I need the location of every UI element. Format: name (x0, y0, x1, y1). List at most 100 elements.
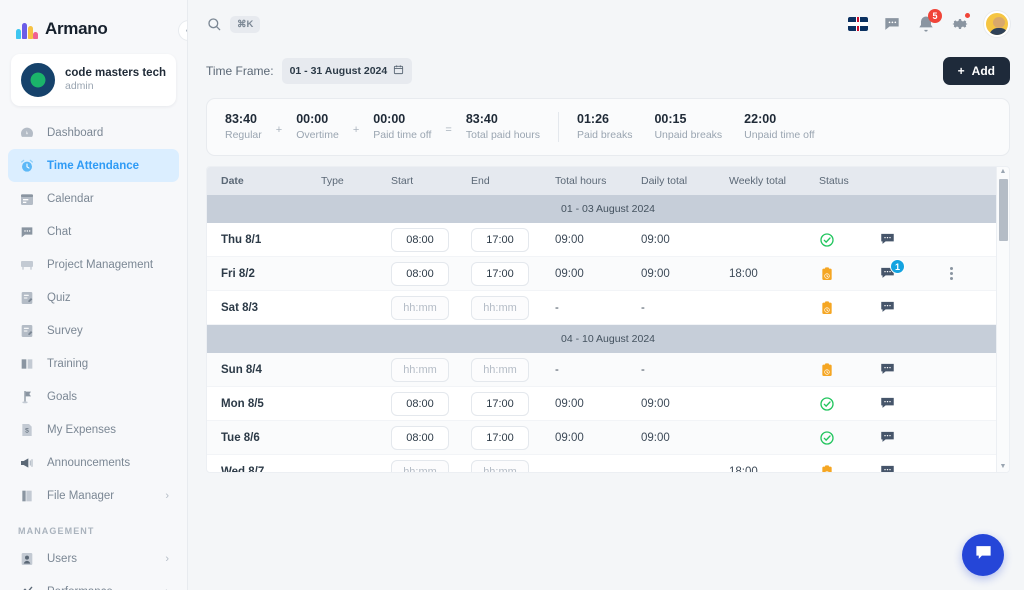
table-row[interactable]: Wed 8/7 18:00 (207, 455, 1009, 472)
table-scrollbar[interactable]: ▲ ▼ (996, 167, 1009, 472)
sidebar-item-users[interactable]: Users › (8, 542, 179, 575)
time-input[interactable] (391, 459, 449, 472)
status-badge[interactable] (819, 266, 879, 282)
sidebar-item-label: Chat (47, 225, 72, 238)
svg-text:$: $ (25, 427, 29, 434)
chat-bubble-icon (974, 543, 993, 567)
status-badge[interactable] (819, 362, 879, 378)
chat-bubble-icon[interactable] (882, 14, 902, 34)
scroll-up-arrow[interactable]: ▲ (1000, 167, 1007, 177)
cell-total-hours: 09:00 (555, 397, 584, 410)
comment-icon[interactable] (879, 430, 939, 445)
sidebar-item-goals[interactable]: Goals (8, 380, 179, 413)
status-badge[interactable] (819, 464, 879, 472)
column-header-start: Start (391, 175, 414, 187)
cell-date: Thu 8/1 (221, 233, 262, 246)
cell-total-hours: 09:00 (555, 431, 584, 444)
status-badge[interactable] (819, 300, 879, 316)
cell-end (471, 261, 555, 286)
time-input[interactable] (391, 261, 449, 286)
time-input[interactable] (471, 357, 529, 382)
comment-icon[interactable] (879, 464, 939, 472)
time-input[interactable] (391, 425, 449, 450)
sidebar-item-label: Goals (47, 390, 78, 403)
sidebar-item-project-management[interactable]: Project Management (8, 248, 179, 281)
time-input[interactable] (391, 227, 449, 252)
row-more-actions[interactable] (939, 267, 963, 280)
time-input[interactable] (471, 227, 529, 252)
sidebar-item-label: Time Attendance (47, 159, 140, 172)
user-icon (18, 550, 35, 567)
table-row[interactable]: Mon 8/5 09:00 09:00 (207, 387, 1009, 421)
sidebar-item-announcements[interactable]: Announcements (8, 446, 179, 479)
avatar[interactable] (984, 11, 1010, 37)
status-badge[interactable] (819, 232, 879, 248)
stat-label: Paid time off (373, 129, 432, 142)
cell-total-hours: - (555, 363, 559, 376)
stat-value: 00:00 (373, 112, 406, 127)
stat-unpaid-breaks: 00:15 Unpaid breaks (654, 111, 722, 142)
sidebar-item-my-expenses[interactable]: $ My Expenses (8, 413, 179, 446)
sidebar-item-dashboard[interactable]: Dashboard (8, 116, 179, 149)
uk-flag-icon[interactable] (848, 17, 868, 31)
scrollbar-thumb[interactable] (998, 179, 1008, 241)
cell-start (391, 261, 471, 286)
table-group-header: 01 - 03 August 2024 (207, 195, 1009, 223)
cell-start (391, 459, 471, 472)
cell-start (391, 391, 471, 416)
project-icon (18, 256, 35, 273)
time-input[interactable] (471, 425, 529, 450)
time-input[interactable] (471, 295, 529, 320)
sidebar-item-quiz[interactable]: Quiz (8, 281, 179, 314)
sidebar-item-performance[interactable]: Performance › (8, 575, 179, 590)
column-header-date: Date (221, 175, 244, 187)
gear-notification-dot (964, 12, 971, 19)
time-input[interactable] (391, 357, 449, 382)
table-row[interactable]: Sun 8/4 - - (207, 353, 1009, 387)
calendar-icon (18, 190, 35, 207)
column-header-weekly-total: Weekly total (729, 175, 786, 187)
table-row[interactable]: Thu 8/1 09:00 09:00 (207, 223, 1009, 257)
stat-label: Unpaid time off (744, 129, 815, 142)
stat-label: Unpaid breaks (654, 129, 723, 142)
app-root: Armano code masters tech admin Dashboard… (0, 0, 1024, 590)
gear-icon[interactable] (950, 12, 971, 34)
cell-daily-total: - (641, 363, 645, 376)
add-button[interactable]: + Add (942, 57, 1010, 85)
comment-icon[interactable] (879, 362, 939, 377)
status-badge[interactable] (819, 396, 879, 412)
sidebar-item-survey[interactable]: Survey (8, 314, 179, 347)
status-badge[interactable] (819, 430, 879, 446)
stat-value: 83:40 (465, 112, 498, 127)
sidebar-item-label: My Expenses (47, 423, 117, 436)
comment-icon[interactable] (879, 232, 939, 247)
bell-icon[interactable]: 5 (916, 9, 942, 34)
search-button[interactable]: ⌘K (206, 15, 261, 33)
timeframe-picker[interactable]: 01 - 31 August 2024 (281, 58, 413, 84)
stat-label: Total paid hours (465, 129, 540, 142)
sidebar-item-file-manager[interactable]: File Manager › (8, 479, 179, 512)
comment-icon[interactable] (879, 396, 939, 411)
sidebar-item-chat[interactable]: Chat (8, 215, 179, 248)
time-input[interactable] (471, 459, 529, 472)
table-row[interactable]: Sat 8/3 - - (207, 291, 1009, 325)
armano-logo-icon (16, 19, 38, 39)
comment-icon[interactable] (879, 300, 939, 315)
sidebar-item-time-attendance[interactable]: Time Attendance (8, 149, 179, 182)
support-chat-fab[interactable] (962, 534, 1004, 576)
time-input[interactable] (471, 261, 529, 286)
survey-icon (18, 322, 35, 339)
time-input[interactable] (391, 391, 449, 416)
scroll-down-arrow[interactable]: ▼ (1000, 462, 1007, 472)
org-card[interactable]: code masters tech admin (11, 54, 176, 106)
sidebar-item-training[interactable]: Training (8, 347, 179, 380)
stat-value: 00:15 (654, 112, 687, 127)
cell-total-hours: 09:00 (555, 267, 584, 280)
table-row[interactable]: Tue 8/6 09:00 09:00 (207, 421, 1009, 455)
sidebar-item-calendar[interactable]: Calendar (8, 182, 179, 215)
sidebar-item-label: Quiz (47, 291, 71, 304)
time-input[interactable] (471, 391, 529, 416)
comment-icon[interactable]: 1 (879, 259, 939, 281)
table-row[interactable]: Fri 8/2 09:00 09:00 18:00 1 (207, 257, 1009, 291)
time-input[interactable] (391, 295, 449, 320)
